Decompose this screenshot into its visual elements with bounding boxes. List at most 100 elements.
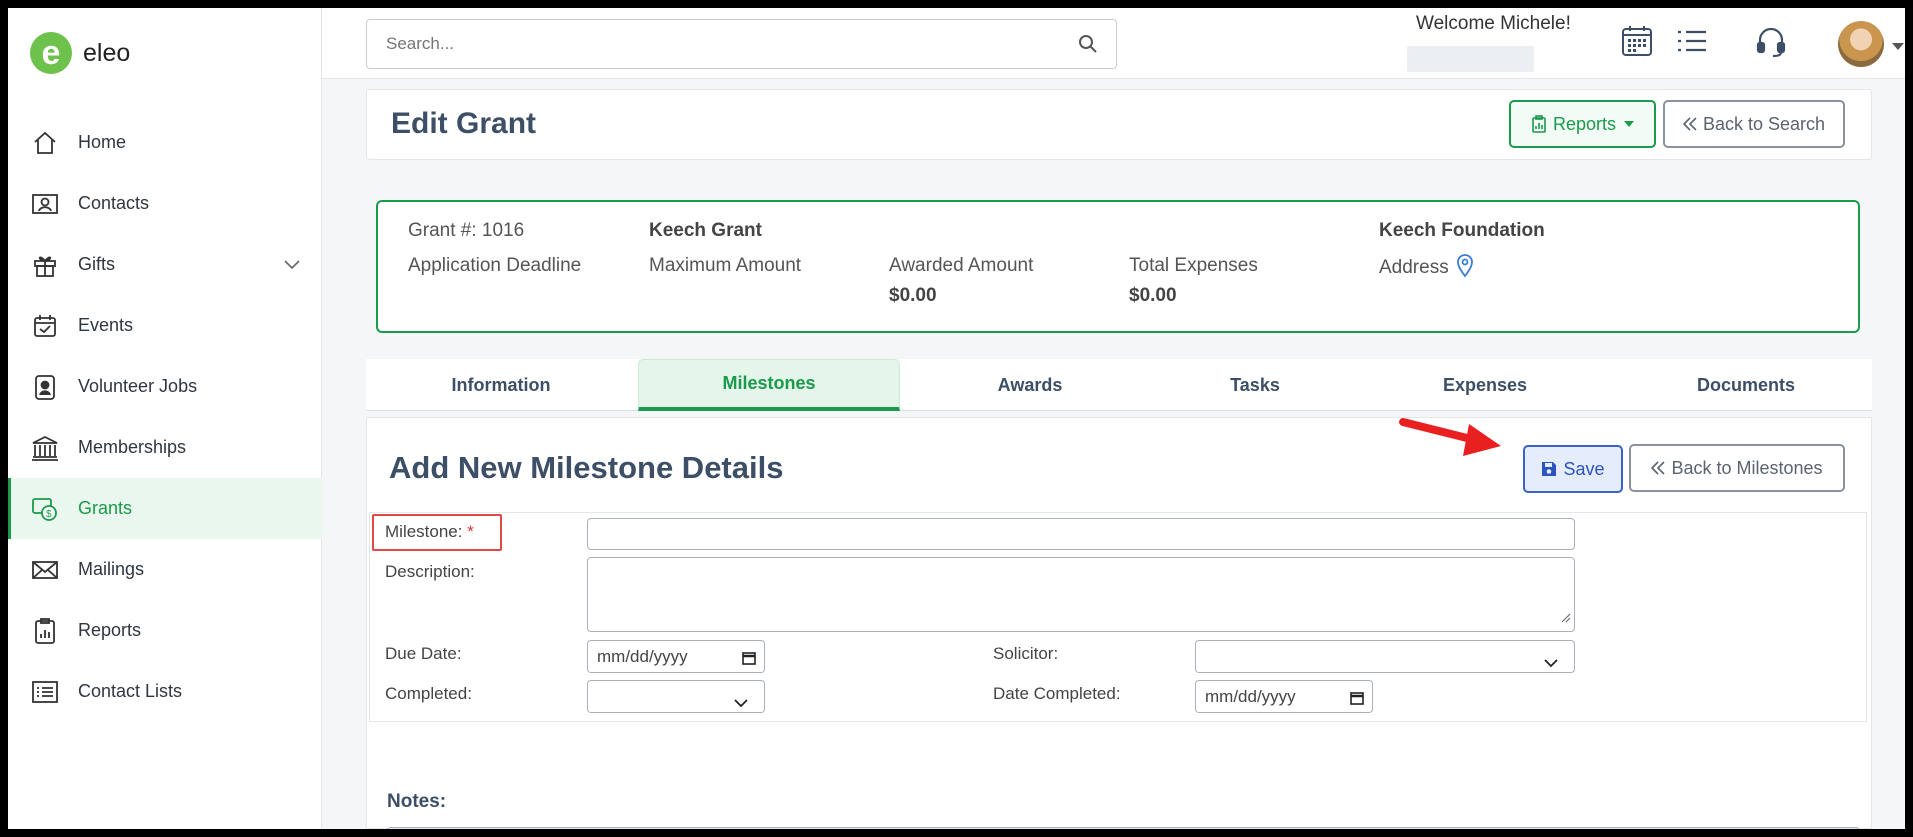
sidebar-item-grants[interactable]: $ Grants bbox=[8, 478, 322, 539]
save-button[interactable]: Save bbox=[1523, 445, 1623, 493]
sidebar-item-memberships[interactable]: Memberships bbox=[8, 417, 322, 478]
welcome-text: Welcome Michele! bbox=[1416, 13, 1571, 34]
tab-bar: Information Milestones Awards Tasks Expe… bbox=[366, 359, 1872, 411]
sidebar-item-gifts[interactable]: Gifts bbox=[8, 234, 322, 295]
sidebar-nav: Home Contacts Gifts Events Volunteer Job… bbox=[8, 112, 322, 722]
due-date-placeholder: mm/dd/yyyy bbox=[597, 646, 688, 666]
due-date-input[interactable]: mm/dd/yyyy bbox=[587, 640, 765, 673]
page-header: Edit Grant Reports Back to Search bbox=[366, 89, 1872, 160]
sidebar-item-volunteer-jobs[interactable]: Volunteer Jobs bbox=[8, 356, 322, 417]
back-to-search-label: Back to Search bbox=[1702, 113, 1826, 134]
report-chart-icon bbox=[1531, 115, 1547, 133]
floppy-disk-icon bbox=[1541, 461, 1557, 477]
foundation-name: Keech Foundation bbox=[1379, 220, 1545, 241]
reports-dropdown-button[interactable]: Reports bbox=[1509, 100, 1656, 148]
avatar[interactable] bbox=[1838, 21, 1884, 67]
back-to-search-button[interactable]: Back to Search bbox=[1663, 100, 1845, 148]
resize-handle-icon[interactable] bbox=[1561, 608, 1571, 628]
red-arrow-annotation bbox=[1397, 414, 1517, 469]
chevron-down-icon[interactable] bbox=[284, 254, 300, 275]
redacted-organization bbox=[1407, 46, 1534, 72]
calendar-icon[interactable] bbox=[742, 650, 756, 670]
total-expenses-value: $0.00 bbox=[1129, 285, 1177, 306]
sidebar-item-label: Mailings bbox=[78, 559, 145, 579]
contact-card-icon bbox=[30, 189, 60, 219]
sidebar-item-contact-lists[interactable]: Contact Lists bbox=[8, 661, 322, 722]
sidebar-item-label: Home bbox=[78, 132, 127, 152]
calendar-icon[interactable] bbox=[1620, 24, 1654, 63]
svg-text:$: $ bbox=[46, 509, 52, 520]
chevron-down-icon bbox=[734, 693, 748, 713]
sidebar-item-label: Grants bbox=[78, 498, 133, 518]
tab-information[interactable]: Information bbox=[366, 359, 636, 411]
notes-label: Notes: bbox=[387, 791, 447, 812]
back-to-milestones-button[interactable]: Back to Milestones bbox=[1629, 444, 1845, 492]
chevron-down-icon bbox=[1544, 653, 1558, 673]
reports-button-label: Reports bbox=[1552, 113, 1617, 134]
date-completed-placeholder: mm/dd/yyyy bbox=[1205, 686, 1296, 706]
tab-tasks[interactable]: Tasks bbox=[1160, 359, 1350, 411]
logo-text: eleo bbox=[83, 38, 131, 67]
milestone-form-card: Add New Milestone Details Save Back to M… bbox=[366, 417, 1872, 829]
sidebar-item-label: Volunteer Jobs bbox=[78, 376, 198, 396]
report-clipboard-icon bbox=[30, 616, 60, 646]
logo[interactable]: e eleo bbox=[30, 32, 130, 74]
caret-down-icon bbox=[1624, 121, 1635, 127]
map-pin-icon[interactable] bbox=[1456, 254, 1474, 283]
top-bar: Welcome Michele! bbox=[322, 8, 1905, 79]
tab-documents[interactable]: Documents bbox=[1620, 359, 1872, 411]
tab-milestones[interactable]: Milestones bbox=[638, 359, 900, 411]
required-asterisk: * bbox=[467, 522, 474, 541]
save-button-label: Save bbox=[1563, 458, 1605, 479]
form-title: Add New Milestone Details bbox=[389, 450, 784, 485]
milestone-label: Milestone: * bbox=[385, 522, 474, 542]
milestone-input[interactable] bbox=[587, 518, 1575, 550]
list-icon bbox=[30, 677, 60, 707]
gift-icon bbox=[30, 250, 60, 280]
total-expenses-label: Total Expenses bbox=[1129, 255, 1258, 276]
sidebar-item-label: Contacts bbox=[78, 193, 150, 213]
notes-editor[interactable] bbox=[387, 827, 1860, 829]
search-box bbox=[366, 19, 1117, 69]
address-label: Address bbox=[1379, 257, 1449, 278]
caret-down-icon[interactable] bbox=[1892, 38, 1904, 56]
solicitor-label: Solicitor: bbox=[993, 644, 1059, 663]
list-view-icon[interactable] bbox=[1676, 28, 1708, 59]
date-completed-input[interactable]: mm/dd/yyyy bbox=[1195, 680, 1373, 713]
completed-select[interactable] bbox=[587, 680, 765, 713]
date-completed-label: Date Completed: bbox=[993, 684, 1121, 703]
double-chevron-left-icon bbox=[1651, 461, 1666, 475]
grant-money-icon: $ bbox=[30, 494, 60, 524]
application-deadline-label: Application Deadline bbox=[408, 255, 582, 276]
due-date-label: Due Date: bbox=[385, 644, 462, 663]
search-input[interactable] bbox=[367, 20, 1047, 68]
sidebar-item-home[interactable]: Home bbox=[8, 112, 322, 173]
back-to-milestones-label: Back to Milestones bbox=[1671, 457, 1823, 478]
sidebar-item-label: Memberships bbox=[78, 437, 187, 457]
description-textarea[interactable] bbox=[587, 557, 1575, 632]
double-chevron-left-icon bbox=[1682, 117, 1697, 131]
home-icon bbox=[30, 128, 60, 158]
sidebar-item-label: Gifts bbox=[78, 254, 116, 274]
sidebar-item-reports[interactable]: Reports bbox=[8, 600, 322, 661]
tab-expenses[interactable]: Expenses bbox=[1350, 359, 1620, 411]
sidebar-item-label: Events bbox=[78, 315, 134, 335]
logo-icon: e bbox=[30, 32, 72, 74]
sidebar-item-events[interactable]: Events bbox=[8, 295, 322, 356]
awarded-amount-value: $0.00 bbox=[889, 285, 937, 306]
sidebar-item-mailings[interactable]: Mailings bbox=[8, 539, 322, 600]
solicitor-select[interactable] bbox=[1195, 640, 1575, 673]
badge-icon bbox=[30, 372, 60, 402]
awarded-amount-label: Awarded Amount bbox=[889, 255, 1034, 276]
grant-name: Keech Grant bbox=[649, 220, 762, 241]
search-icon[interactable] bbox=[1078, 34, 1098, 59]
calendar-icon[interactable] bbox=[1350, 690, 1364, 710]
sidebar-item-contacts[interactable]: Contacts bbox=[8, 173, 322, 234]
headset-support-icon[interactable] bbox=[1756, 26, 1786, 63]
grant-number: Grant #: 1016 bbox=[408, 220, 525, 241]
milestone-label-text: Milestone: bbox=[385, 522, 463, 541]
sidebar-item-label: Reports bbox=[78, 620, 142, 640]
sidebar-item-label: Contact Lists bbox=[78, 681, 183, 701]
tab-awards[interactable]: Awards bbox=[900, 359, 1160, 411]
description-label: Description: bbox=[385, 562, 475, 581]
